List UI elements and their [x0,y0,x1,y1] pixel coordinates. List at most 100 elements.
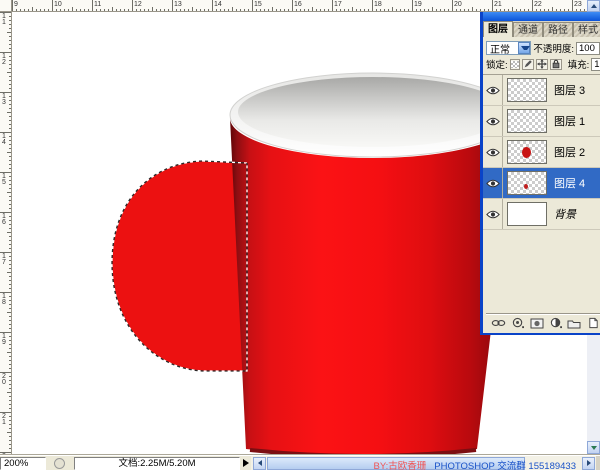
lock-transparency-button[interactable] [510,59,520,70]
layer-row[interactable]: 图层 3 [483,75,600,106]
ruler-number: 18 [2,294,6,306]
ruler-tick [9,180,12,181]
scroll-right-button[interactable] [582,457,595,470]
layer-row[interactable]: 图层 1 [483,106,600,137]
link-layers-button[interactable] [491,317,506,330]
layer-name[interactable]: 图层 2 [554,144,585,160]
horizontal-scrollbar[interactable]: BY:古欧香珊PHOTOSHOP 交流群 155189433 [251,456,596,470]
ruler-tick [9,128,12,129]
eye-icon [486,148,500,157]
ruler-tick [9,428,12,429]
layer-name[interactable]: 图层 1 [554,113,585,129]
ruler-tick [9,144,12,145]
visibility-toggle[interactable] [483,168,503,198]
ruler-tick [7,192,12,193]
layer-thumbnail[interactable] [507,171,547,195]
ruler-tick [9,336,12,337]
ruler-tick [9,360,12,361]
ruler-tick [9,424,12,425]
ruler-tick [276,9,277,12]
lock-position-button[interactable] [536,59,548,70]
opacity-input[interactable]: 100 [576,42,600,55]
tab-paths[interactable]: 路径 [543,22,573,37]
ruler-tick [9,100,12,101]
scroll-left-button[interactable] [253,457,266,470]
ruler-tick [9,188,12,189]
lock-all-button[interactable] [550,59,562,70]
new-group-button[interactable] [567,317,581,330]
ruler-tick [188,9,189,12]
ruler-tick [160,9,161,12]
left-arrow-icon [258,460,262,466]
ruler-number: 23 [574,1,582,9]
adjustment-layer-button[interactable] [549,317,563,330]
ruler-tick [268,9,269,12]
ruler-tick [9,436,12,437]
layer-thumbnail[interactable] [507,140,547,164]
scroll-down-button[interactable] [587,441,600,454]
layer-row[interactable]: 背景 [483,199,600,230]
layer-row[interactable]: 图层 2 [483,137,600,168]
move-icon [537,59,547,69]
ruler-tick [180,9,181,12]
cup-rim-interior [238,77,508,147]
ruler-tick [60,9,61,12]
ruler-tick [240,9,241,12]
ruler-tick [344,9,345,12]
layer-thumbnail[interactable] [507,78,547,102]
ruler-tick [7,392,12,393]
ruler-tick [9,220,12,221]
tab-styles[interactable]: 样式 [573,22,600,37]
ruler-tick [96,9,97,12]
visibility-toggle[interactable] [483,199,503,229]
ruler-tick [376,9,377,12]
fill-label: 填充: [568,57,590,71]
new-layer-button[interactable] [586,317,600,330]
ruler-tick [7,112,12,113]
blend-mode-select[interactable]: 正常 [486,41,531,55]
ruler-tick [9,300,12,301]
layer-thumbnail[interactable] [507,109,547,133]
layer-style-button[interactable] [511,317,525,330]
palette-title-bar[interactable] [483,12,600,21]
ruler-tick [16,9,17,12]
ruler-number: 19 [414,1,422,9]
ruler-tick [9,120,12,121]
layer-row[interactable]: 图层 4 [483,168,600,199]
ruler-tick [200,9,201,12]
visibility-toggle[interactable] [483,75,503,105]
visibility-toggle[interactable] [483,106,503,136]
ruler-tick [9,204,12,205]
ruler-tick [132,0,133,12]
layer-name[interactable]: 图层 4 [554,175,585,191]
layer-name[interactable]: 图层 3 [554,82,585,98]
ruler-tick [9,276,12,277]
ruler-tick [9,168,12,169]
tab-channels[interactable]: 通道 [513,22,543,37]
ruler-tick [9,448,12,449]
fill-input[interactable]: 100 [591,58,600,71]
ruler-tick [184,9,185,12]
ruler-tick [9,88,12,89]
scroll-up-button[interactable] [587,0,600,12]
layer-name[interactable]: 背景 [554,206,576,222]
cup-handle-shape [112,161,247,371]
visibility-toggle[interactable] [483,137,503,167]
lock-image-button[interactable] [522,59,534,70]
ruler-tick [9,304,12,305]
ruler-tick [224,9,225,12]
ruler-tick [468,9,469,12]
layer-thumbnail[interactable] [507,202,547,226]
layer-mask-button[interactable] [530,317,544,330]
zoom-level-input[interactable]: 200% [0,457,46,470]
ruler-tick [9,104,12,105]
ruler-number: 12 [134,1,142,9]
status-popup-arrow[interactable] [243,459,249,467]
ruler-tick [428,9,429,12]
ruler-tick [9,328,12,329]
ruler-tick [9,356,12,357]
combo-arrow-button[interactable] [518,42,530,54]
tab-layers[interactable]: 图层 [483,21,513,37]
ruler-tick [256,9,257,12]
ruler-tick [9,44,12,45]
